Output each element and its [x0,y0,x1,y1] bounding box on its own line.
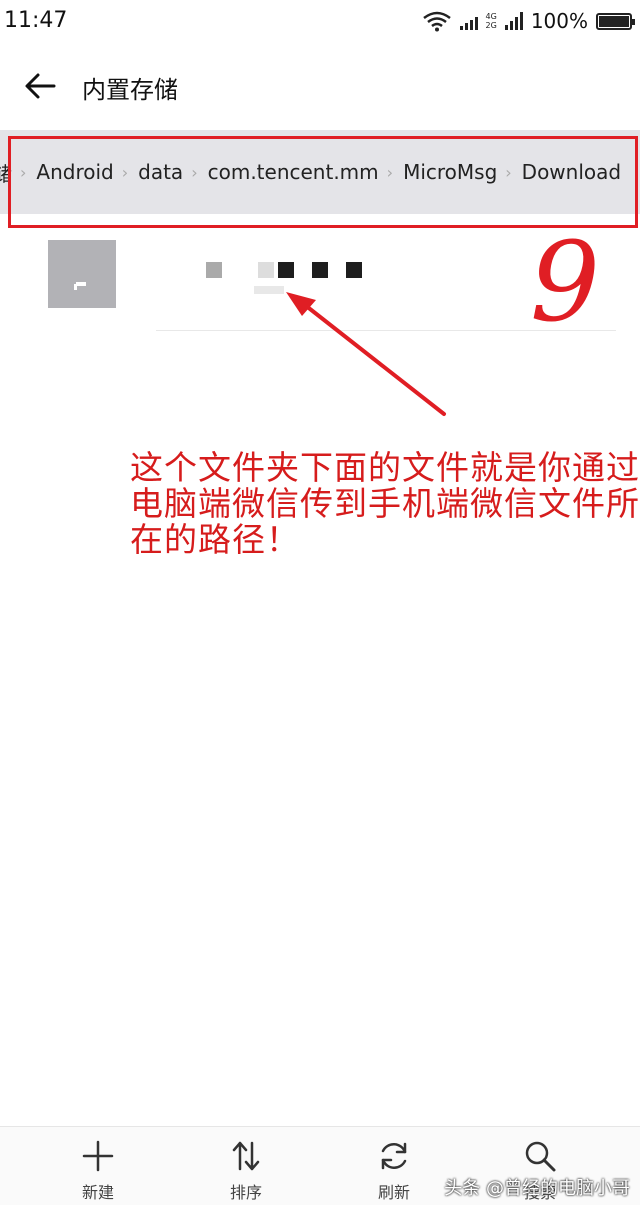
search-icon [525,1141,556,1172]
annotation-number: 9 [530,218,600,346]
sort-button[interactable]: 排序 [206,1139,286,1203]
sort-arrows-icon [232,1141,260,1171]
new-button[interactable]: 新建 [58,1139,138,1203]
refresh-icon [381,1142,407,1170]
watermark: 头条 @曾经的电脑小哥 [444,1178,630,1199]
svg-text:9: 9 [530,218,600,346]
plus-icon [82,1140,114,1172]
annotation-text: 这个文件夹下面的文件就是你通过电脑端微信传到手机端微信文件所在的路径！ [130,448,640,559]
refresh-button[interactable]: 刷新 [354,1139,434,1203]
